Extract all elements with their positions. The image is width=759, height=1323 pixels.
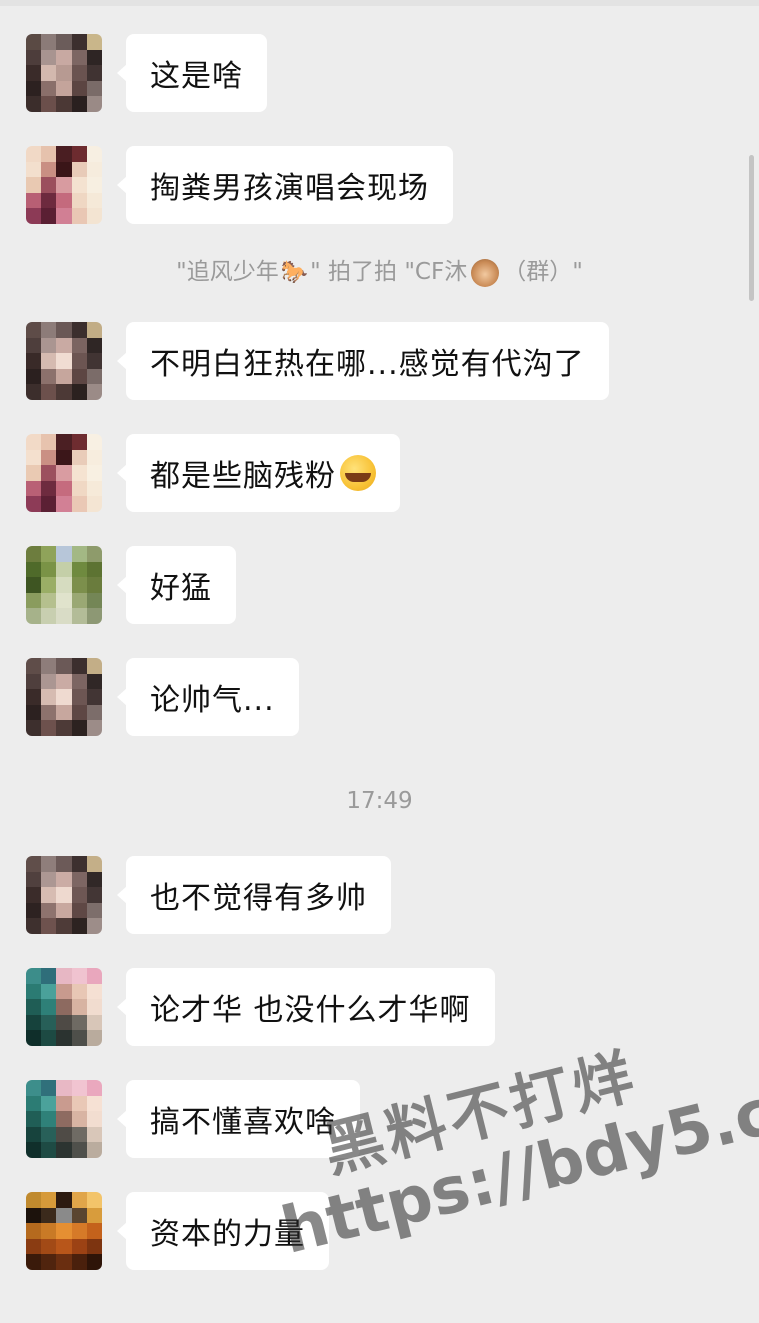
- avatar[interactable]: [26, 1080, 102, 1158]
- message-bubble[interactable]: 不明白狂热在哪...感觉有代沟了: [117, 322, 609, 400]
- message-text: 都是些脑残粉: [150, 459, 336, 494]
- message-text: 不明白狂热在哪...感觉有代沟了: [150, 347, 585, 382]
- avatar[interactable]: [26, 856, 102, 934]
- avatar[interactable]: [26, 1192, 102, 1270]
- see-no-evil-monkey-icon: [471, 258, 500, 287]
- message-text: 论帅气...: [150, 683, 275, 718]
- message-bubble[interactable]: 论帅气...: [117, 658, 299, 736]
- pat-actor[interactable]: "追风少年: [176, 259, 279, 285]
- scrollbar[interactable]: [749, 155, 754, 301]
- message-text: 也不觉得有多帅: [150, 881, 367, 916]
- top-divider: [0, 0, 759, 6]
- avatar[interactable]: [26, 146, 102, 224]
- timestamp: 17:49: [346, 788, 413, 814]
- avatar[interactable]: [26, 546, 102, 624]
- laughing-crying-emoji-icon: [340, 455, 376, 491]
- avatar[interactable]: [26, 34, 102, 112]
- horse-emoji-icon: 🐎: [280, 260, 309, 285]
- message-bubble[interactable]: 搞不懂喜欢啥: [117, 1080, 360, 1158]
- message-bubble[interactable]: 资本的力量: [117, 1192, 329, 1270]
- message-bubble[interactable]: 掏粪男孩演唱会现场: [117, 146, 453, 224]
- pat-tail: （群）": [503, 259, 583, 285]
- avatar[interactable]: [26, 322, 102, 400]
- message-text: 论才华 也没什么才华啊: [150, 993, 471, 1028]
- message-text: 好猛: [150, 571, 212, 606]
- avatar[interactable]: [26, 658, 102, 736]
- message-bubble[interactable]: 好猛: [117, 546, 236, 624]
- avatar[interactable]: [26, 968, 102, 1046]
- message-text: 资本的力量: [150, 1217, 305, 1252]
- message-bubble[interactable]: 都是些脑残粉: [117, 434, 400, 512]
- message-text: 这是啥: [150, 59, 243, 94]
- message-bubble[interactable]: 论才华 也没什么才华啊: [117, 968, 495, 1046]
- message-text: 掏粪男孩演唱会现场: [150, 171, 429, 206]
- watermark-title: 黑料不打烊: [316, 1041, 645, 1187]
- message-bubble[interactable]: 也不觉得有多帅: [117, 856, 391, 934]
- pat-notice: "追风少年🐎" 拍了拍 "CF沐 （群）": [0, 252, 759, 287]
- pat-mid: " 拍了拍 "CF沐: [310, 259, 468, 285]
- message-text: 搞不懂喜欢啥: [150, 1105, 336, 1140]
- message-bubble[interactable]: 这是啥: [117, 34, 267, 112]
- avatar[interactable]: [26, 434, 102, 512]
